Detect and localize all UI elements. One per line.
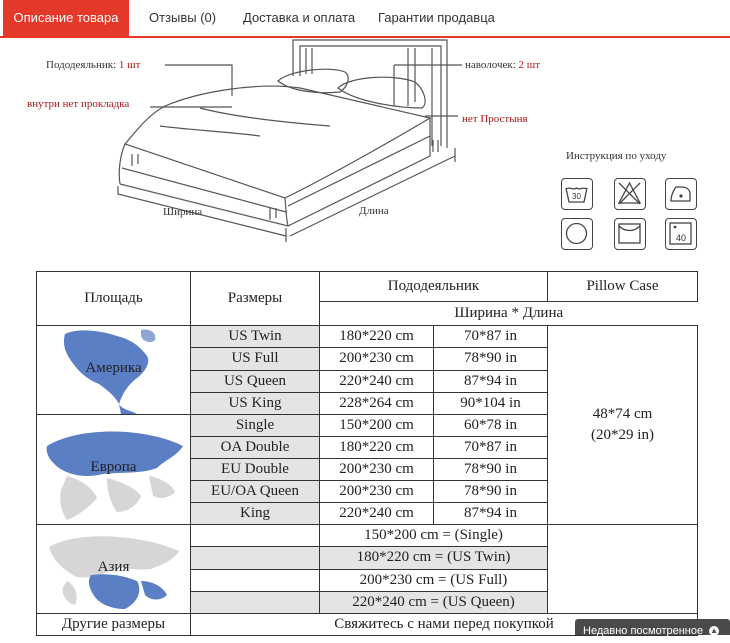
size-in: 78*90 in <box>433 480 548 503</box>
region-europe: Европа <box>36 414 191 525</box>
no-tumble-dry-icon <box>614 178 646 210</box>
asia-size: 200*230 cm = (US Full) <box>319 568 548 592</box>
size-cm: 200*230 cm <box>319 458 434 481</box>
iron-icon <box>665 178 697 210</box>
size-cm: 228*264 cm <box>319 391 434 416</box>
size-cm: 180*220 cm <box>319 436 434 459</box>
region-label-america: Америка <box>85 360 142 376</box>
size-in: 60*78 in <box>433 414 548 437</box>
pillow-case-size: 48*74 cm (20*29 in) <box>547 325 698 525</box>
recently-viewed-button[interactable]: Недавно посмотренное ▲ <box>575 619 730 637</box>
care-instructions-title: Инструкция по уходу <box>566 150 667 162</box>
size-name: US King <box>190 391 320 416</box>
pillow-in: (20*29 in) <box>591 427 654 443</box>
asia-size: 150*200 cm = (Single) <box>319 523 548 548</box>
pillowcase-count-label: наволочек: 2 шт <box>465 59 541 71</box>
tab-bar: Описание товара Отзывы (0) Доставка и оп… <box>0 0 730 38</box>
header-duvet: Пододеяльник <box>319 271 548 302</box>
size-name: OA Double <box>190 436 320 459</box>
header-sizes: Размеры <box>190 271 320 326</box>
asia-size: 180*220 cm = (US Twin) <box>319 546 548 570</box>
size-name: EU/OA Queen <box>190 480 320 503</box>
size-cm: 220*240 cm <box>319 369 434 393</box>
size-cm: 220*240 cm <box>319 502 434 525</box>
duvet-count-label: Пододеяльник: 1 шт <box>46 59 141 71</box>
size-name: King <box>190 502 320 525</box>
tab-reviews[interactable]: Отзывы (0) <box>149 0 216 36</box>
region-america: Америка <box>36 325 191 415</box>
no-filling-label: внутри нет прокладка <box>27 98 130 110</box>
no-sheet-label: нет Простыня <box>462 113 528 125</box>
svg-text:30: 30 <box>572 192 581 201</box>
size-cm: 200*230 cm <box>319 347 434 371</box>
tab-guarantees[interactable]: Гарантии продавца <box>378 0 495 36</box>
size-name: US Full <box>190 347 320 371</box>
region-label-europe: Европа <box>90 459 137 475</box>
size-in: 90*104 in <box>433 391 548 416</box>
size-name: US Queen <box>190 369 320 393</box>
size-cm: 200*230 cm <box>319 480 434 503</box>
asia-size: 220*240 cm = (US Queen) <box>319 590 548 615</box>
header-area: Площадь <box>36 271 191 326</box>
tab-description[interactable]: Описание товара <box>3 0 129 36</box>
wash-40-icon: 40 <box>665 218 697 250</box>
size-in: 78*90 in <box>433 347 548 371</box>
width-label: Ширина <box>163 206 203 218</box>
size-in: 87*94 in <box>433 502 548 525</box>
size-cm: 150*200 cm <box>319 414 434 437</box>
size-name: US Twin <box>190 324 320 349</box>
size-in: 70*87 in <box>433 436 548 459</box>
size-in: 70*87 in <box>433 324 548 349</box>
region-label-asia: Азия <box>97 559 130 575</box>
header-pillow-case: Pillow Case <box>547 271 698 302</box>
tab-delivery[interactable]: Доставка и оплата <box>243 0 355 36</box>
size-name: EU Double <box>190 458 320 481</box>
size-cm: 180*220 cm <box>319 324 434 349</box>
recently-viewed-label: Недавно посмотренное <box>583 625 704 637</box>
svg-text:40: 40 <box>676 233 686 243</box>
header-dimensions: Ширина * Длина <box>319 300 698 327</box>
region-asia: Азия <box>36 524 191 614</box>
wash-30-icon: 30 <box>561 178 593 210</box>
size-name: Single <box>190 414 320 437</box>
size-table: Площадь Размеры Пододеяльник Pillow Case… <box>36 271 698 636</box>
size-in: 87*94 in <box>433 369 548 393</box>
line-dry-icon <box>614 218 646 250</box>
size-in: 78*90 in <box>433 458 548 481</box>
pillow-cm: 48*74 cm <box>592 406 653 422</box>
length-label: Длина <box>359 205 389 217</box>
other-sizes-label: Другие размеры <box>36 613 191 636</box>
dry-clean-icon <box>561 218 593 250</box>
